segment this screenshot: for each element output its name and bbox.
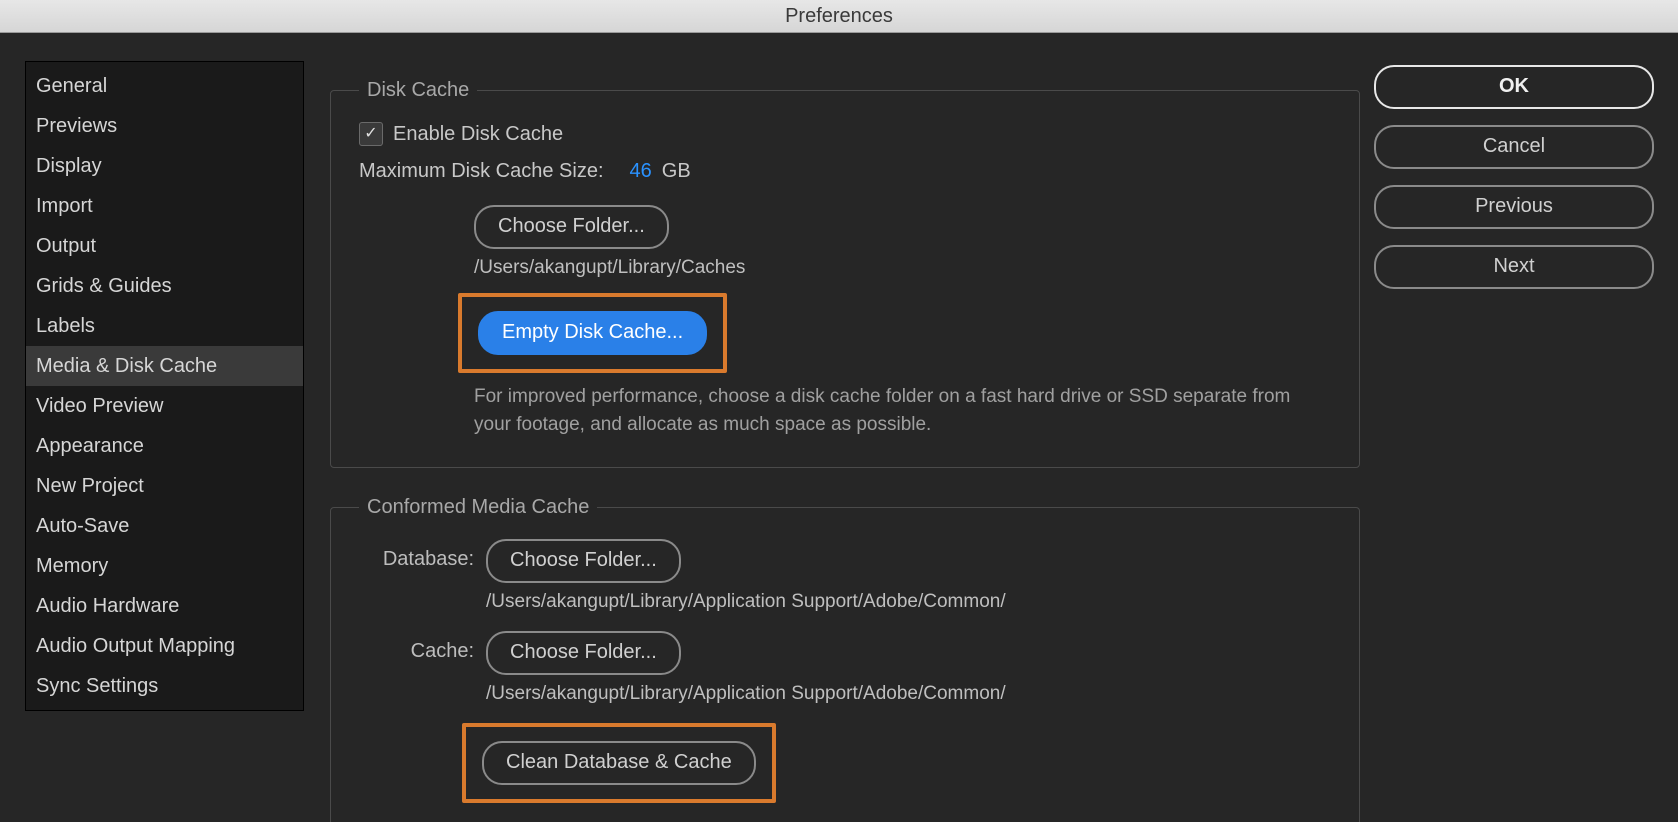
- enable-disk-cache-checkbox[interactable]: ✓: [359, 122, 383, 146]
- sidebar-item-sync-settings[interactable]: Sync Settings: [26, 666, 303, 706]
- preferences-body: OK Cancel Previous Next GeneralPreviewsD…: [0, 33, 1678, 822]
- enable-disk-cache-label: Enable Disk Cache: [393, 123, 563, 146]
- max-cache-size-row: Maximum Disk Cache Size: 46 GB: [359, 160, 1331, 183]
- database-row: Database: Choose Folder... /Users/akangu…: [359, 539, 1331, 613]
- preferences-sidebar: GeneralPreviewsDisplayImportOutputGrids …: [25, 61, 304, 711]
- sidebar-item-general[interactable]: General: [26, 66, 303, 106]
- sidebar-item-video-preview[interactable]: Video Preview: [26, 386, 303, 426]
- disk-cache-folder-block: Choose Folder... /Users/akangupt/Library…: [474, 205, 1331, 279]
- previous-button[interactable]: Previous: [1374, 185, 1654, 229]
- window-titlebar: Preferences: [0, 0, 1678, 33]
- sidebar-item-import[interactable]: Import: [26, 186, 303, 226]
- max-cache-size-label: Maximum Disk Cache Size:: [359, 160, 604, 183]
- clean-database-cache-button[interactable]: Clean Database & Cache: [482, 741, 756, 785]
- sidebar-item-display[interactable]: Display: [26, 146, 303, 186]
- ok-button[interactable]: OK: [1374, 65, 1654, 109]
- disk-cache-hint: For improved performance, choose a disk …: [474, 383, 1331, 439]
- sidebar-item-output[interactable]: Output: [26, 226, 303, 266]
- max-cache-size-value[interactable]: 46: [630, 160, 652, 183]
- disk-cache-folder-path: /Users/akangupt/Library/Caches: [474, 257, 1331, 279]
- conformed-legend: Conformed Media Cache: [359, 496, 597, 519]
- sidebar-item-audio-hardware[interactable]: Audio Hardware: [26, 586, 303, 626]
- sidebar-item-memory[interactable]: Memory: [26, 546, 303, 586]
- cancel-button[interactable]: Cancel: [1374, 125, 1654, 169]
- sidebar-item-grids-guides[interactable]: Grids & Guides: [26, 266, 303, 306]
- sidebar-item-new-project[interactable]: New Project: [26, 466, 303, 506]
- sidebar-item-auto-save[interactable]: Auto-Save: [26, 506, 303, 546]
- cache-choose-folder-button[interactable]: Choose Folder...: [486, 631, 681, 675]
- clean-db-cache-highlight: Clean Database & Cache: [462, 723, 776, 803]
- cache-row: Cache: Choose Folder... /Users/akangupt/…: [359, 631, 1331, 705]
- disk-cache-choose-folder-button[interactable]: Choose Folder...: [474, 205, 669, 249]
- action-column: OK Cancel Previous Next: [1374, 65, 1654, 289]
- window-title: Preferences: [785, 5, 893, 27]
- database-path: /Users/akangupt/Library/Application Supp…: [486, 591, 1331, 613]
- database-choose-folder-button[interactable]: Choose Folder...: [486, 539, 681, 583]
- empty-disk-cache-highlight: Empty Disk Cache...: [458, 293, 727, 373]
- clean-db-cache-wrap: Clean Database & Cache: [462, 723, 1331, 803]
- sidebar-item-labels[interactable]: Labels: [26, 306, 303, 346]
- disk-cache-legend: Disk Cache: [359, 79, 477, 102]
- conformed-media-cache-group: Conformed Media Cache Database: Choose F…: [330, 496, 1360, 822]
- cache-label: Cache:: [359, 631, 486, 671]
- max-cache-size-unit: GB: [662, 160, 691, 183]
- sidebar-item-audio-output-mapping[interactable]: Audio Output Mapping: [26, 626, 303, 666]
- preferences-main: Disk Cache ✓ Enable Disk Cache Maximum D…: [330, 79, 1360, 822]
- enable-disk-cache-row: ✓ Enable Disk Cache: [359, 122, 1331, 146]
- database-label: Database:: [359, 539, 486, 579]
- sidebar-item-media-disk-cache[interactable]: Media & Disk Cache: [26, 346, 303, 386]
- check-icon: ✓: [364, 126, 377, 142]
- disk-cache-group: Disk Cache ✓ Enable Disk Cache Maximum D…: [330, 79, 1360, 468]
- next-button[interactable]: Next: [1374, 245, 1654, 289]
- empty-disk-cache-button[interactable]: Empty Disk Cache...: [478, 311, 707, 355]
- sidebar-item-appearance[interactable]: Appearance: [26, 426, 303, 466]
- empty-disk-cache-wrap: Empty Disk Cache...: [458, 293, 1331, 373]
- sidebar-item-previews[interactable]: Previews: [26, 106, 303, 146]
- cache-path: /Users/akangupt/Library/Application Supp…: [486, 683, 1331, 705]
